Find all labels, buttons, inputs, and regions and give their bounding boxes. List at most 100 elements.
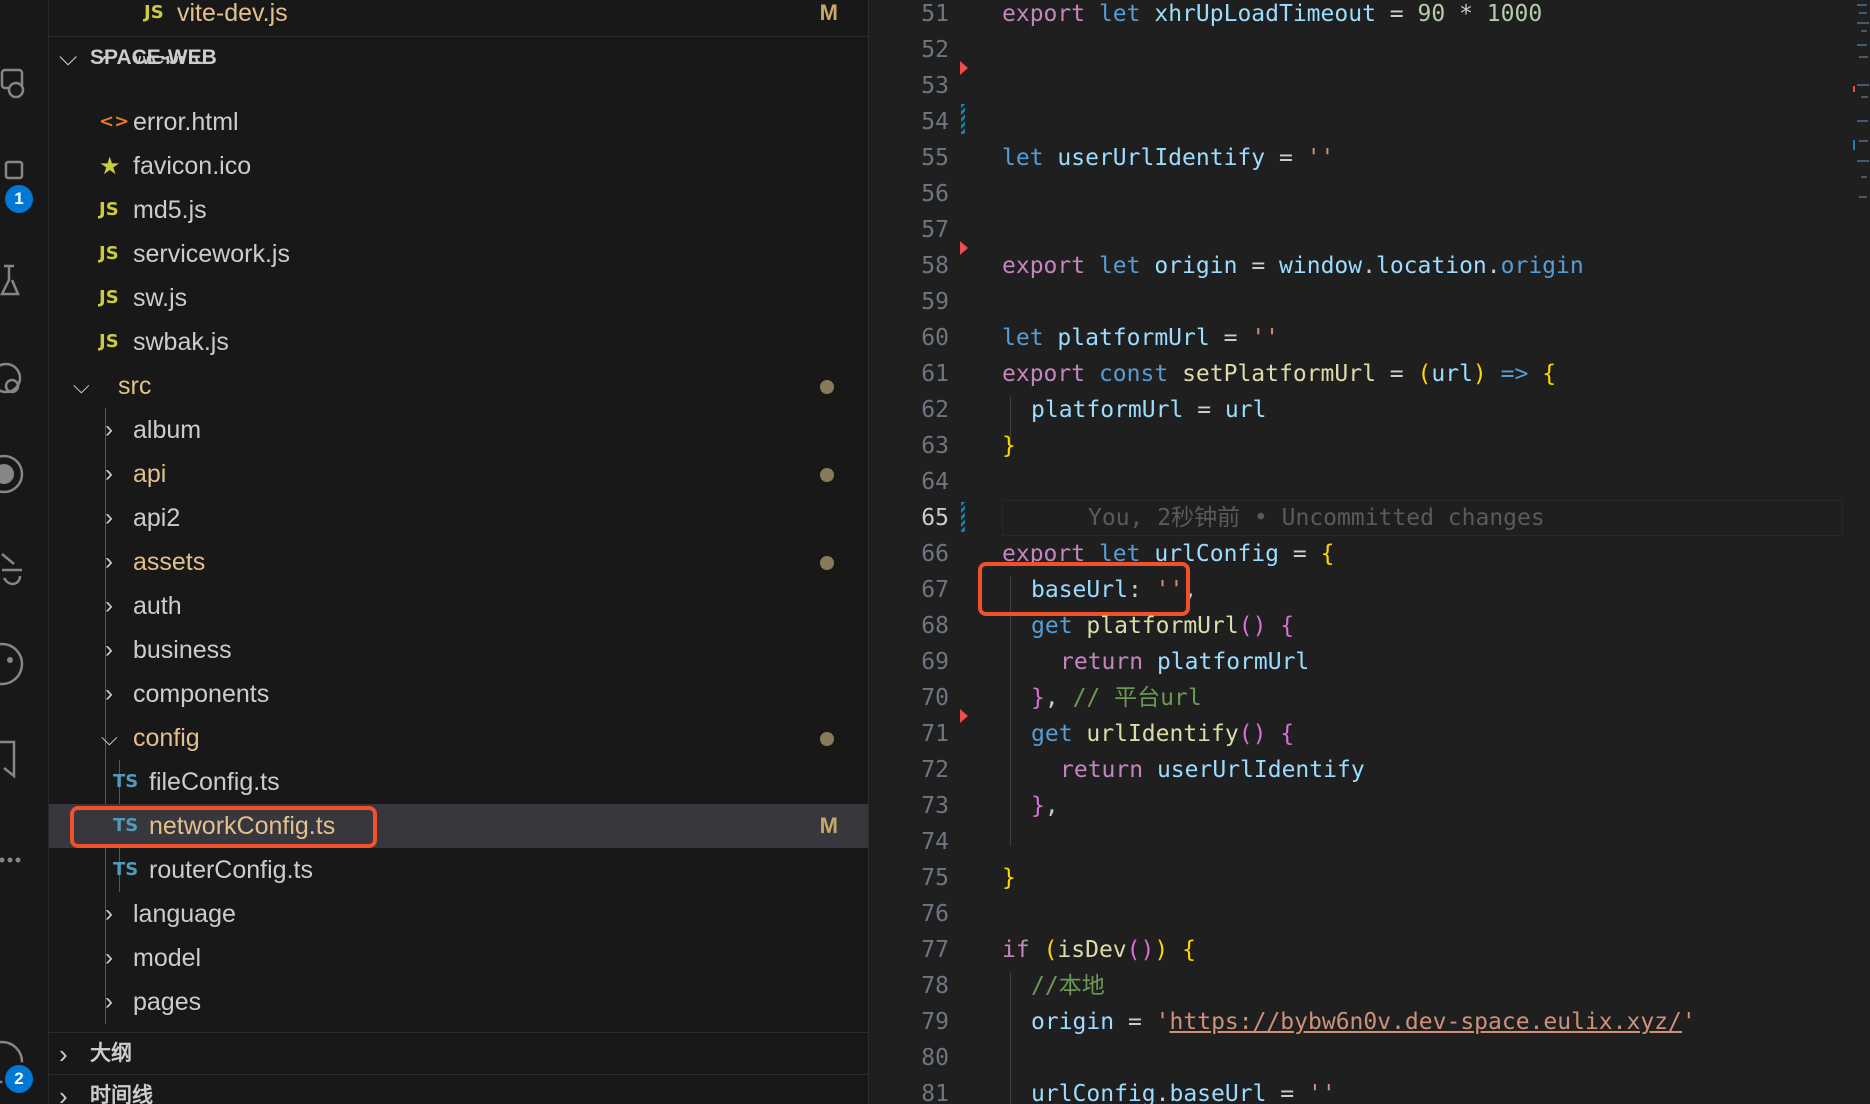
chevron-right-icon: › (59, 1081, 68, 1104)
folder-api2[interactable]: › api2 (49, 496, 868, 540)
line-number: 64 (921, 469, 949, 495)
line-number: 70 (921, 685, 949, 711)
file-routerConfig[interactable]: TS routerConfig.ts (49, 848, 868, 892)
file-error-html[interactable]: <> error.html (49, 100, 868, 144)
code-line-61: export const setPlatformUrl = (url) => { (1002, 361, 1557, 387)
folder-api[interactable]: › api (49, 452, 868, 496)
minimap[interactable] (1837, 0, 1870, 230)
more-icon[interactable] (0, 838, 30, 882)
debug-icon[interactable] (0, 356, 30, 400)
modified-dot (820, 380, 834, 394)
file-servicework[interactable]: JS servicework.js (49, 232, 868, 276)
ts-file-icon: TS (113, 771, 139, 792)
chevron-right-icon: › (105, 900, 113, 927)
line-number: 59 (921, 289, 949, 315)
folder-label: config (133, 724, 200, 752)
timeline-title: 时间线 (90, 1084, 153, 1104)
chevron-down-icon: ⌵ (101, 725, 118, 750)
deleted-lines-marker (960, 61, 968, 75)
line-number: 81 (921, 1081, 949, 1104)
folder-label: album (133, 416, 202, 444)
remote-explorer-icon[interactable] (0, 60, 30, 104)
url-link[interactable]: https://bybw6n0v.dev-space.eulix.xyz/ (1170, 1009, 1682, 1035)
ts-file-icon: TS (113, 859, 139, 880)
folder-config[interactable]: ⌵ config (49, 716, 868, 760)
timeline-view-icon[interactable] (0, 548, 30, 592)
bookmark-icon[interactable] (0, 736, 30, 780)
chevron-right-icon: › (59, 1039, 68, 1069)
code-line-81: urlConfig.baseUrl = '' (1031, 1081, 1336, 1104)
line-number: 63 (921, 433, 949, 459)
line-number: 61 (921, 361, 949, 387)
chevron-right-icon: › (105, 680, 113, 707)
code-line-73: }, (1031, 793, 1059, 819)
folder-components[interactable]: › components (49, 672, 868, 716)
file-label: swbak.js (133, 328, 229, 356)
folder-label: business (133, 636, 232, 664)
code-editor[interactable]: 51 52 53 54 55 56 57 58 59 60 61 62 63 64 65 66 67 68 69 70… (869, 0, 1870, 1104)
folder-pages[interactable]: › pages (49, 980, 868, 1024)
chevron-right-icon: › (105, 988, 113, 1015)
folder-model[interactable]: › model (49, 936, 868, 980)
folder-language[interactable]: › language (49, 892, 868, 936)
timeline-header[interactable]: › 时间线 (49, 1074, 868, 1104)
indent-guide (1010, 972, 1011, 1104)
code-line-79: origin = 'https://bybw6n0v.dev-space.eul… (1031, 1009, 1696, 1035)
github-icon[interactable] (0, 452, 30, 496)
file-label: routerConfig.ts (149, 856, 313, 884)
code-line-78: //本地 (1031, 973, 1105, 999)
file-sw[interactable]: JS sw.js (49, 276, 868, 320)
folder-auth[interactable]: › auth (49, 584, 868, 628)
file-vite-dev[interactable]: JS vite-dev.js M (49, 0, 868, 35)
line-number: 58 (921, 253, 949, 279)
folder-src[interactable]: ⌵ src (49, 364, 868, 408)
line-number: 52 (921, 37, 949, 63)
file-label: servicework.js (133, 240, 290, 268)
folder-label: webrtc (133, 56, 207, 70)
code-line-62: platformUrl = url (1031, 397, 1267, 423)
folder-album[interactable]: › album (49, 408, 868, 452)
code-line-60: let platformUrl = '' (1002, 325, 1280, 351)
line-number: 80 (921, 1045, 949, 1071)
file-favicon[interactable]: ★ favicon.ico (49, 144, 868, 188)
code-line-58: export let origin = window.location.orig… (1002, 253, 1584, 279)
code-line-51: export let xhrUpLoadTimeout = 90 * 1000 (1002, 1, 1543, 27)
folder-assets[interactable]: › assets (49, 540, 868, 584)
code-line-72: return userUrlIdentify (1060, 757, 1365, 783)
modified-status: M (819, 0, 838, 25)
line-number: 56 (921, 181, 949, 207)
folder-label: assets (133, 548, 206, 576)
folder-business[interactable]: › business (49, 628, 868, 672)
code-line-68: get platformUrl() { (1031, 613, 1295, 639)
line-number: 67 (921, 577, 949, 603)
file-fileConfig[interactable]: TS fileConfig.ts (49, 760, 868, 804)
js-file-icon: JS (99, 331, 119, 352)
accounts-badge: 2 (2, 1062, 36, 1096)
source-graph-icon[interactable] (0, 642, 30, 686)
modified-dot (820, 732, 834, 746)
line-number: 72 (921, 757, 949, 783)
deleted-lines-marker (960, 709, 968, 723)
annotation-highlight-box (70, 806, 377, 848)
testing-icon[interactable] (0, 258, 30, 302)
outline-header[interactable]: › 大纲 (49, 1032, 868, 1075)
file-swbak[interactable]: JS swbak.js (49, 320, 868, 364)
file-md5[interactable]: JS md5.js (49, 188, 868, 232)
line-number: 76 (921, 901, 949, 927)
indent-guide (1010, 576, 1011, 846)
activity-bar: 1 2 (0, 0, 49, 1104)
line-number: 75 (921, 865, 949, 891)
explorer-panel: JS vite-dev.js M ⌵ SPACE-WEB › webrtc <>… (49, 0, 869, 1104)
line-number: 54 (921, 109, 949, 135)
html-file-icon: <> (99, 111, 130, 132)
folder-label: model (133, 944, 202, 972)
folder-webrtc[interactable]: › webrtc (49, 56, 868, 80)
chevron-right-icon: › (105, 636, 113, 663)
modified-lines-marker (961, 104, 965, 134)
file-label: vite-dev.js (177, 0, 288, 27)
folder-label: api (133, 460, 167, 488)
folder-label: auth (133, 592, 182, 620)
modified-status: M (819, 813, 838, 838)
line-number: 73 (921, 793, 949, 819)
modified-lines-marker (961, 502, 965, 532)
